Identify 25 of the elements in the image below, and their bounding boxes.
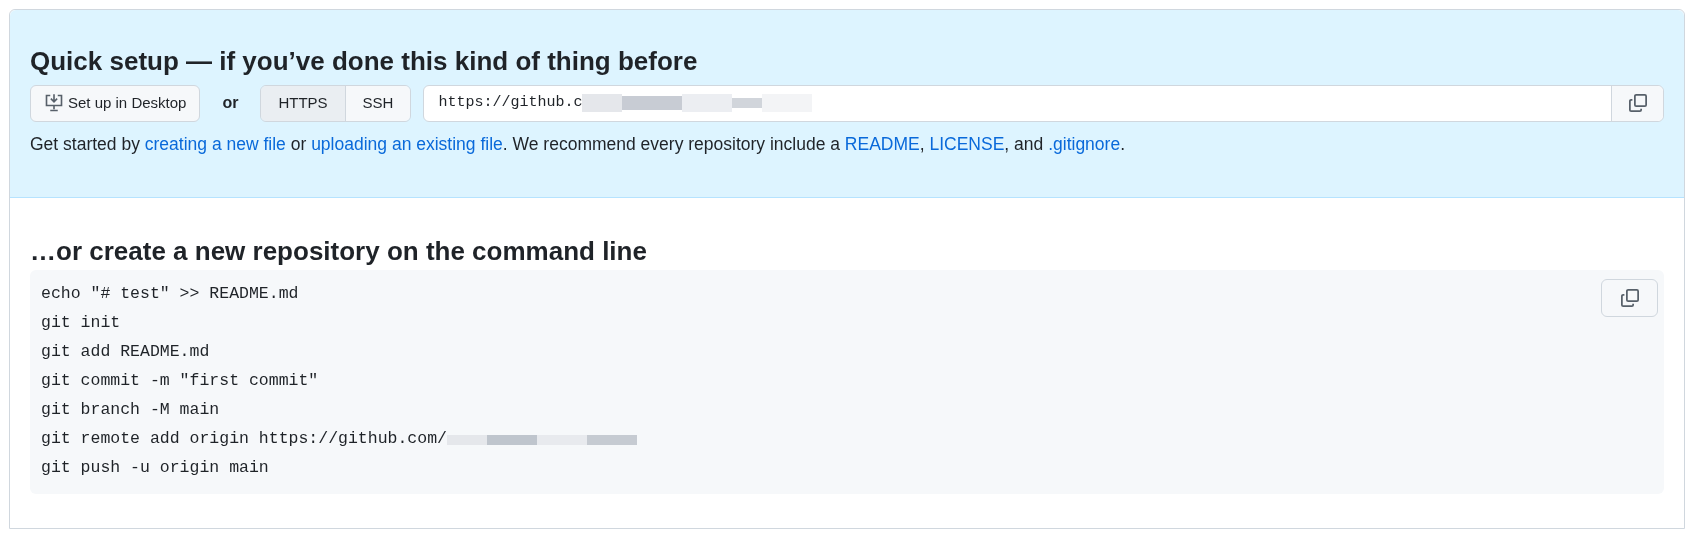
copy-button[interactable] xyxy=(1601,279,1658,317)
code-line: git init xyxy=(41,312,121,335)
section-heading: …or create a new repository on the command line xyxy=(30,236,648,266)
copy-icon xyxy=(1619,288,1640,308)
code-line: git remote add origin https://github.com/ xyxy=(41,428,447,451)
desktop-download-icon xyxy=(44,93,64,113)
link[interactable]: LICENSE xyxy=(929,134,1005,154)
instruction-text: Get started by creating a new file or uploading an existing file. We recommend every repository include a README, LICENSE, and .gitignore. xyxy=(30,133,1127,156)
link[interactable]: uploading an existing file xyxy=(311,134,503,154)
link[interactable]: README xyxy=(844,134,920,154)
link[interactable]: .gitignore xyxy=(1048,134,1121,154)
code-line: git add README.md xyxy=(41,341,210,364)
link[interactable]: creating a new file xyxy=(144,134,286,154)
code-line: echo "# test" >> README.md xyxy=(41,283,299,306)
protocol-tab[interactable]: HTTPS xyxy=(261,85,345,121)
code-line: git branch -M main xyxy=(41,399,220,422)
set-up-in-desktop-button[interactable]: Set up in Desktop xyxy=(30,84,201,122)
url-field[interactable]: https://github.c xyxy=(423,84,1664,122)
or-label: or xyxy=(222,93,239,113)
copy-icon xyxy=(1627,93,1648,113)
section-heading: Quick setup — if you’ve done this kind of thing before xyxy=(30,46,699,76)
code-line: git push -u origin main xyxy=(41,457,269,480)
copy-button[interactable] xyxy=(1611,85,1663,121)
protocol-tab[interactable]: SSH xyxy=(344,85,411,121)
code-line: git commit -m "first commit" xyxy=(41,370,319,393)
